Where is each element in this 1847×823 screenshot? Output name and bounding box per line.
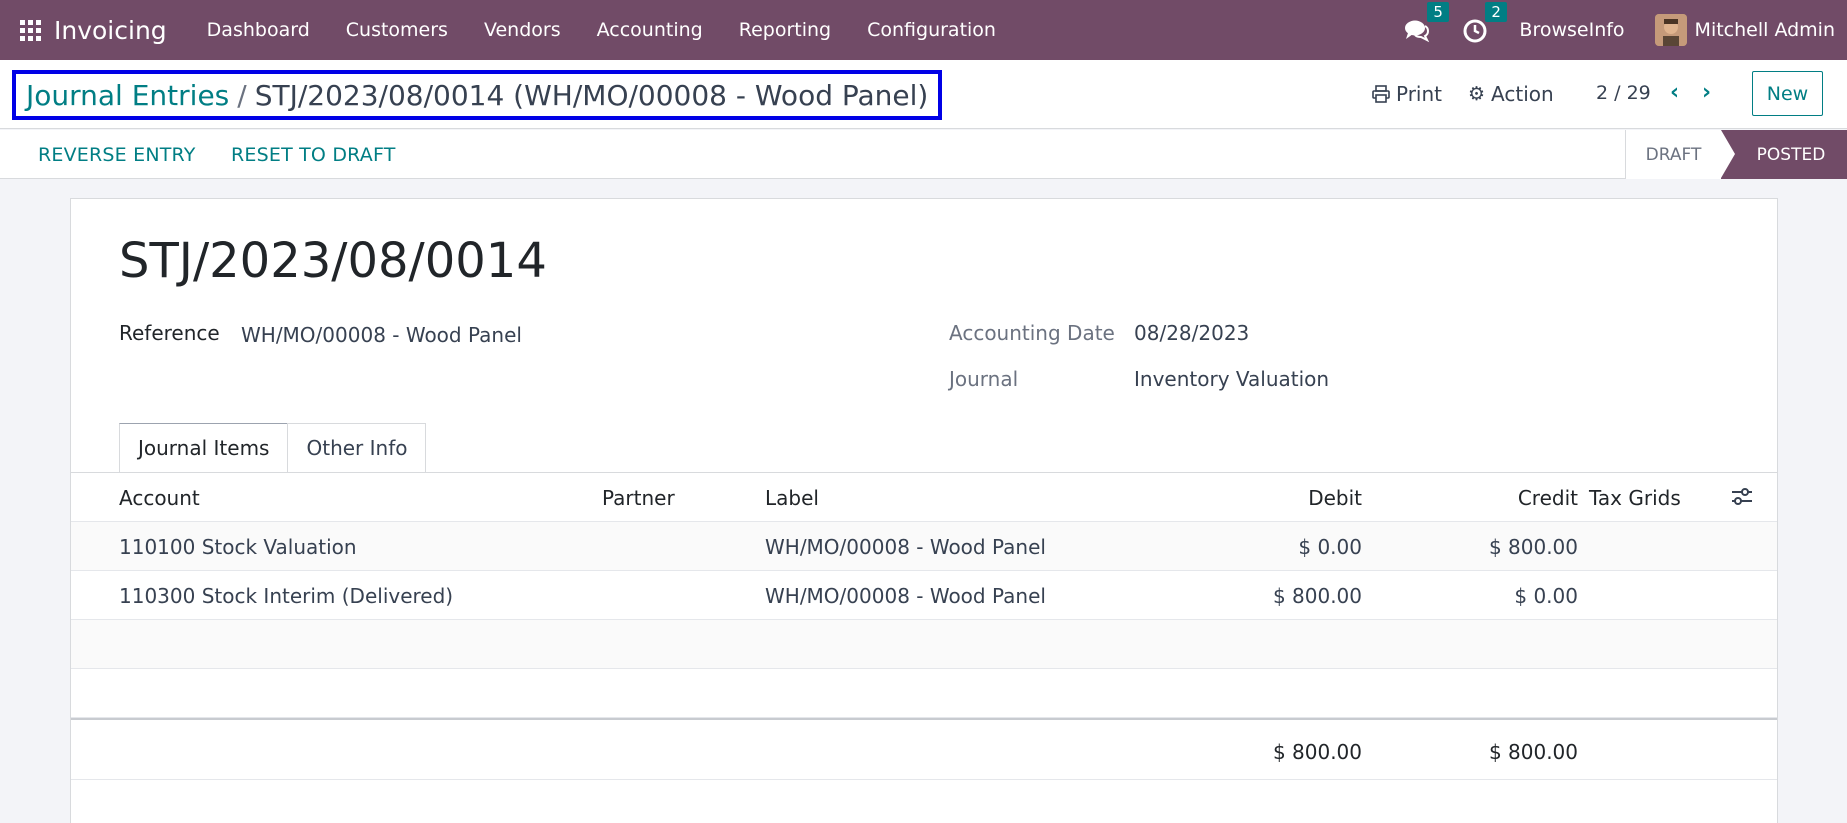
stage-posted-label: POSTED	[1756, 144, 1826, 165]
row-credit: $ 800.00	[1488, 535, 1578, 559]
stage-posted[interactable]: POSTED	[1721, 130, 1847, 179]
reset-to-draft-button[interactable]: RESET TO DRAFT	[231, 144, 396, 166]
empty-row	[71, 620, 1777, 669]
column-credit[interactable]: Credit	[1518, 486, 1578, 510]
avatar	[1654, 14, 1687, 46]
stage-draft[interactable]: DRAFT	[1625, 130, 1721, 179]
tab-other-info[interactable]: Other Info	[287, 423, 427, 472]
reverse-entry-button[interactable]: REVERSE ENTRY	[38, 144, 196, 166]
breadcrumb-parent-link[interactable]: Journal Entries	[26, 79, 229, 112]
print-label: Print	[1396, 82, 1443, 106]
table-header: Account Partner Label Debit Credit Tax G…	[71, 473, 1777, 522]
chevron-left-icon[interactable]: ‹	[1670, 80, 1679, 105]
accounting-date-value[interactable]: 08/28/2023	[1134, 321, 1249, 345]
messages-badge: 5	[1427, 2, 1449, 22]
activities-icon[interactable]: 2	[1461, 2, 1507, 44]
new-button[interactable]: New	[1752, 71, 1823, 116]
form-sheet: STJ/2023/08/0014 Reference WH/MO/00008 -…	[70, 198, 1778, 823]
row-account: 110100 Stock Valuation	[119, 535, 357, 559]
status-bar: REVERSE ENTRY RESET TO DRAFT DRAFT POSTE…	[0, 130, 1847, 179]
breadcrumb: Journal Entries / STJ/2023/08/0014 (WH/M…	[12, 70, 943, 120]
journal-label: Journal	[949, 367, 1019, 391]
column-account[interactable]: Account	[119, 486, 200, 510]
activities-badge: 2	[1485, 2, 1507, 22]
optional-columns-icon[interactable]	[1731, 487, 1753, 507]
top-navbar: Invoicing Dashboard Customers Vendors Ac…	[0, 0, 1847, 60]
totals-row: $ 800.00 $ 800.00	[71, 718, 1777, 780]
record-title: STJ/2023/08/0014	[119, 233, 547, 289]
row-credit: $ 0.00	[1514, 584, 1578, 608]
apps-menu-icon[interactable]	[18, 18, 42, 42]
column-partner[interactable]: Partner	[602, 486, 675, 510]
control-panel: Journal Entries / STJ/2023/08/0014 (WH/M…	[0, 60, 1847, 129]
app-brand[interactable]: Invoicing	[54, 16, 167, 45]
row-account: 110300 Stock Interim (Delivered)	[119, 584, 454, 608]
user-menu[interactable]: Mitchell Admin	[1654, 14, 1835, 46]
menu-dashboard[interactable]: Dashboard	[189, 19, 328, 41]
menu-vendors[interactable]: Vendors	[466, 19, 579, 41]
column-debit[interactable]: Debit	[1308, 486, 1362, 510]
menu-accounting[interactable]: Accounting	[579, 19, 721, 41]
menu-reporting[interactable]: Reporting	[721, 19, 849, 41]
gear-icon: ⚙	[1468, 83, 1486, 105]
row-debit: $ 800.00	[1272, 584, 1362, 608]
pager-value[interactable]: 2 / 29	[1596, 82, 1651, 104]
journal-items-table: Account Partner Label Debit Credit Tax G…	[71, 473, 1777, 780]
action-label: Action	[1491, 82, 1554, 106]
notebook-tabs: Journal Items Other Info	[119, 423, 427, 472]
total-debit: $ 800.00	[1272, 740, 1362, 764]
company-switcher[interactable]: BrowseInfo	[1519, 19, 1624, 41]
table-row[interactable]: 110300 Stock Interim (Delivered) WH/MO/0…	[71, 571, 1777, 620]
journal-value[interactable]: Inventory Valuation	[1134, 367, 1329, 391]
row-label: WH/MO/00008 - Wood Panel	[765, 535, 1046, 559]
empty-row	[71, 669, 1777, 718]
messages-icon[interactable]: 5	[1403, 2, 1449, 44]
user-name: Mitchell Admin	[1694, 19, 1835, 41]
printer-icon	[1372, 85, 1390, 103]
reference-value[interactable]: WH/MO/00008 - Wood Panel	[241, 323, 522, 347]
breadcrumb-current: STJ/2023/08/0014 (WH/MO/00008 - Wood Pan…	[254, 78, 929, 112]
tab-journal-items[interactable]: Journal Items	[119, 423, 289, 472]
total-credit: $ 800.00	[1488, 740, 1578, 764]
table-row[interactable]: 110100 Stock Valuation WH/MO/00008 - Woo…	[71, 522, 1777, 571]
action-button[interactable]: ⚙ Action	[1468, 82, 1554, 106]
reference-label: Reference	[119, 321, 220, 345]
stage-pipeline: DRAFT POSTED	[1625, 130, 1847, 179]
print-button[interactable]: Print	[1372, 82, 1442, 106]
column-label[interactable]: Label	[765, 486, 819, 510]
menu-customers[interactable]: Customers	[328, 19, 466, 41]
row-label: WH/MO/00008 - Wood Panel	[765, 584, 1046, 608]
chevron-right-icon[interactable]: ›	[1702, 80, 1711, 105]
accounting-date-label: Accounting Date	[949, 321, 1115, 345]
row-debit: $ 0.00	[1298, 535, 1362, 559]
column-tax-grids[interactable]: Tax Grids	[1589, 486, 1681, 510]
breadcrumb-separator: /	[237, 78, 247, 112]
menu-configuration[interactable]: Configuration	[849, 19, 1014, 41]
